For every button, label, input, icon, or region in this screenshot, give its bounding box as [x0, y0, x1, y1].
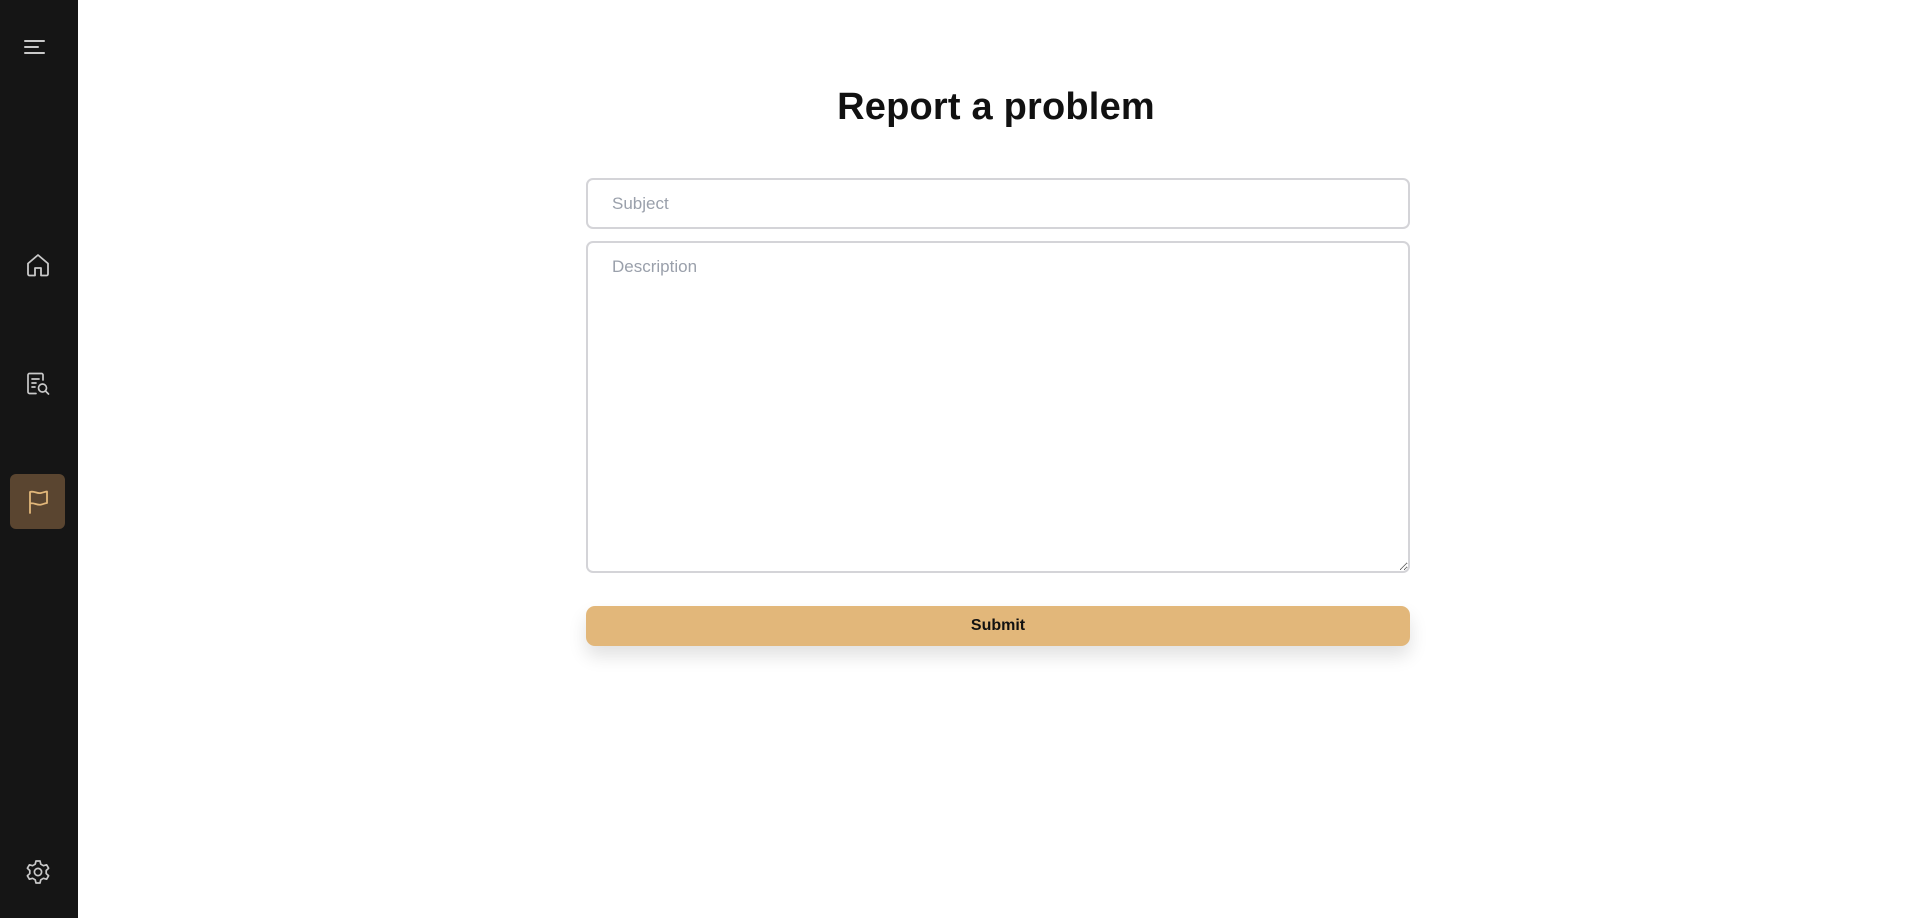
submit-button[interactable]: Submit	[586, 606, 1410, 646]
report-form: Submit	[586, 178, 1410, 646]
sidebar-item-settings[interactable]	[10, 844, 65, 899]
flag-icon	[24, 488, 52, 516]
description-textarea[interactable]	[586, 241, 1410, 573]
menu-icon	[22, 36, 48, 58]
gear-icon	[24, 858, 52, 886]
subject-input[interactable]	[586, 178, 1410, 229]
sidebar-item-report-problem[interactable]	[10, 474, 65, 529]
document-search-icon	[24, 370, 52, 398]
home-icon	[24, 251, 52, 279]
sidebar	[0, 0, 78, 918]
page-title: Report a problem	[837, 86, 1155, 128]
menu-button[interactable]	[7, 19, 62, 74]
main-content: Report a problem Submit	[78, 0, 1914, 918]
app-window: Report a problem Submit	[0, 0, 1914, 918]
sidebar-item-home[interactable]	[10, 237, 65, 292]
sidebar-item-reports[interactable]	[10, 356, 65, 411]
